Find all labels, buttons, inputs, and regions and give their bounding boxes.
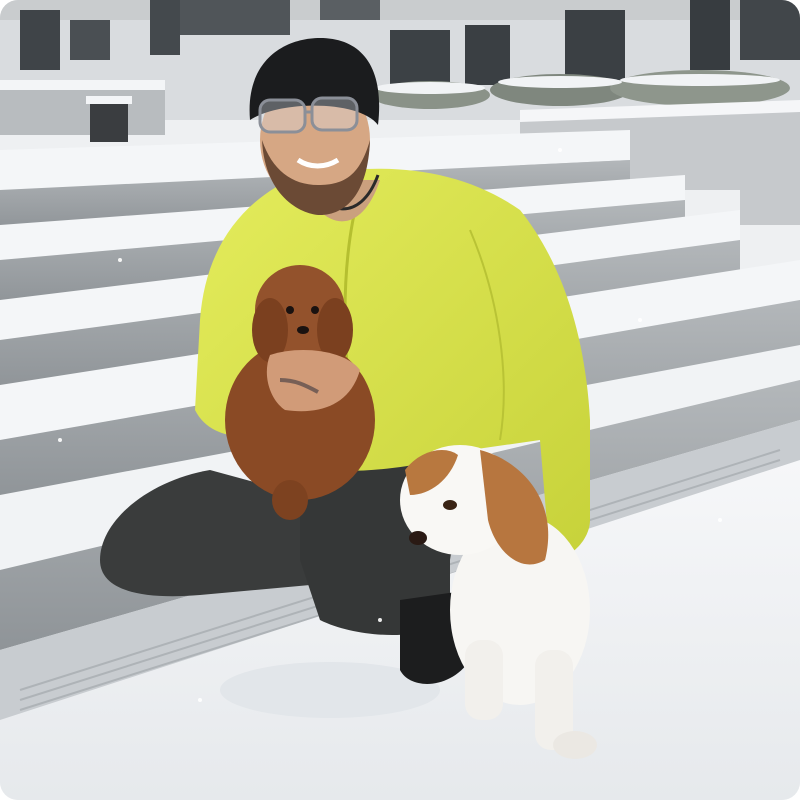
photo-scene (0, 0, 800, 800)
photo-frame (0, 0, 800, 800)
snowy-bench (0, 80, 165, 142)
